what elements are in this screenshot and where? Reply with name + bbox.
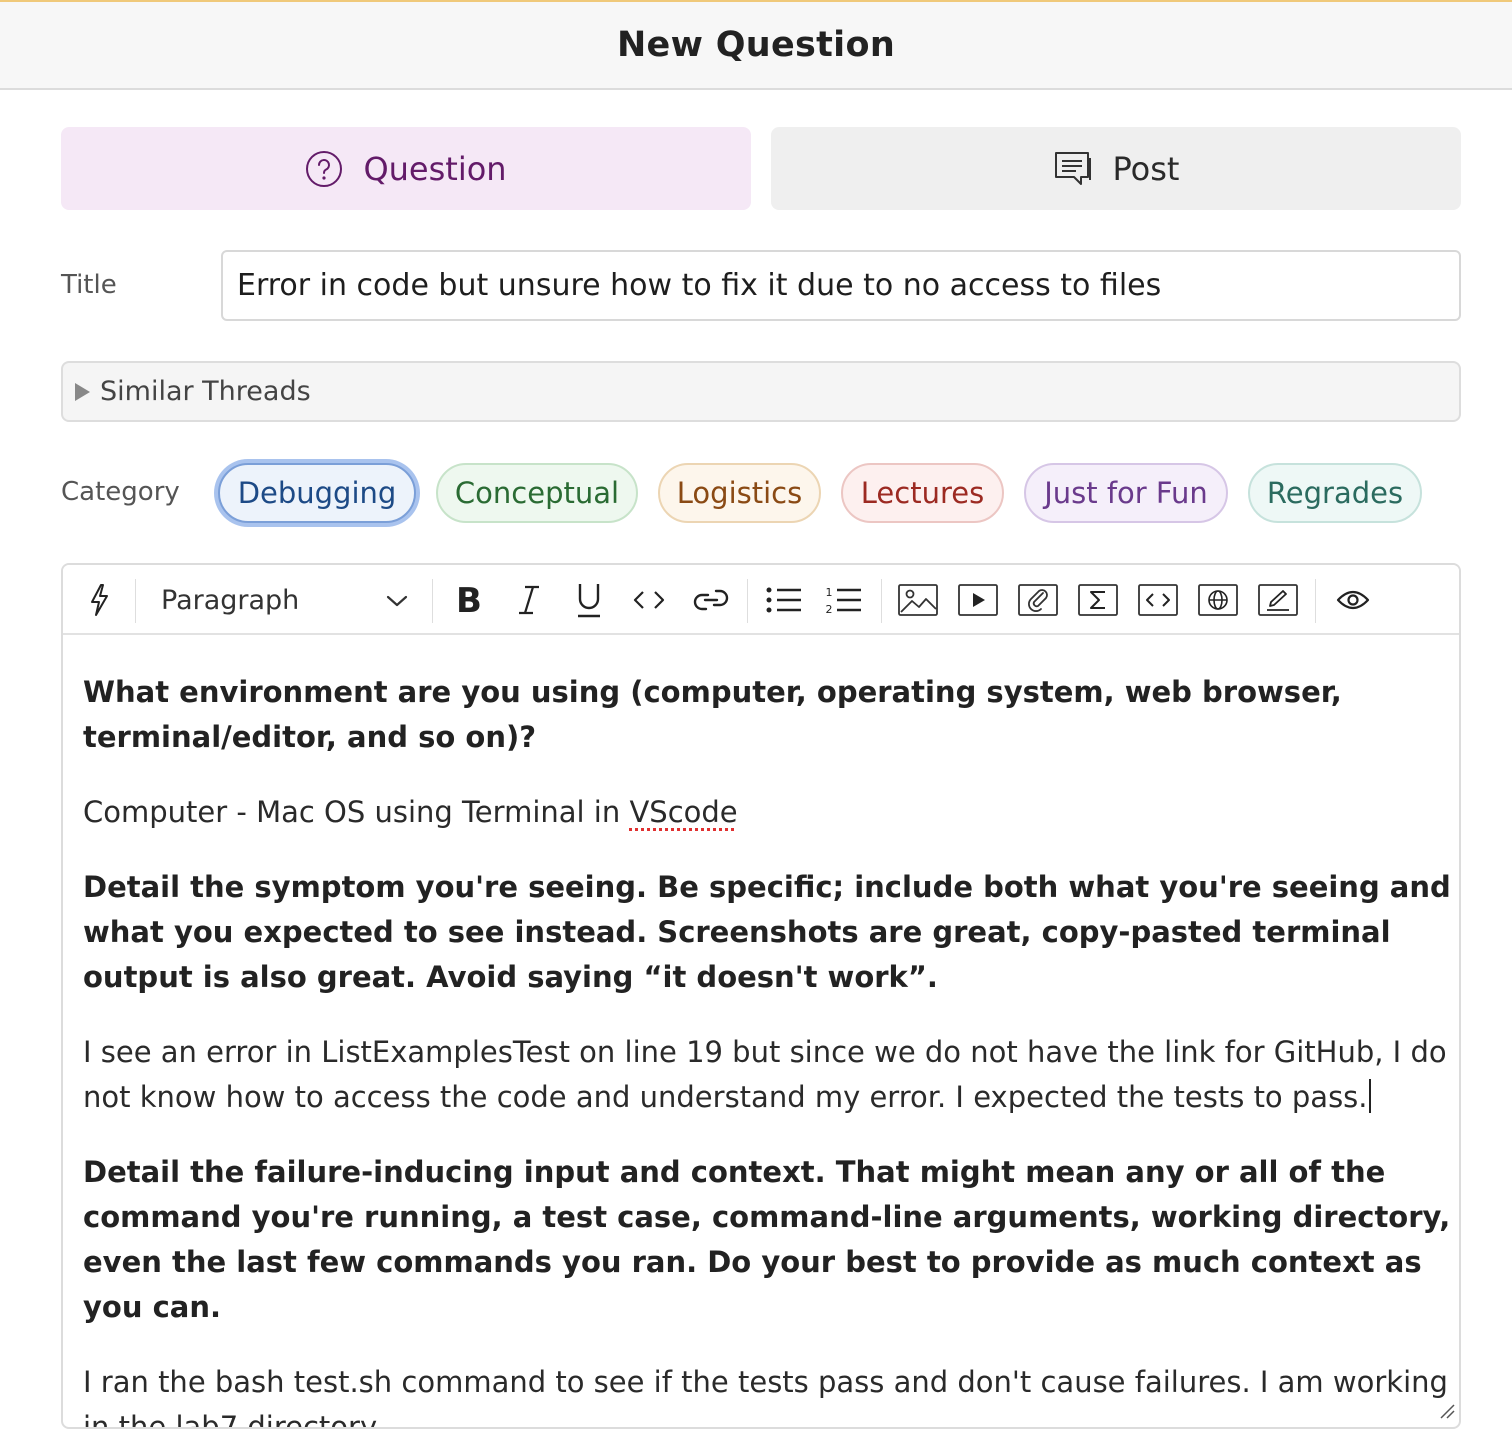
paragraph-format-select[interactable]: Paragraph [161,579,409,621]
drawing-icon[interactable] [1257,579,1299,621]
bold-icon[interactable]: B [449,579,489,621]
category-chip-lectures[interactable]: Lectures [841,463,1004,523]
italic-icon[interactable] [509,579,549,621]
category-chip-logistics[interactable]: Logistics [658,463,821,523]
context-answer: I ran the bash test.sh command to see if… [83,1365,1448,1429]
category-chip-regrades[interactable]: Regrades [1248,463,1422,523]
svg-text:2: 2 [826,603,833,615]
svg-text:1: 1 [826,586,833,599]
category-label: Category [61,477,180,507]
chevron-down-icon [385,585,409,616]
inline-code-icon[interactable] [629,579,669,621]
title-label: Title [61,270,117,300]
math-icon[interactable] [1077,579,1119,621]
environment-answer-text: Computer - Mac OS using Terminal in [83,795,630,829]
symptom-answer-text: I see an error in ListExamplesTest on li… [83,1035,1447,1114]
symptom-prompt: Detail the symptom you're seeing. Be spe… [83,870,1451,994]
question-type-button[interactable]: Question [61,127,751,210]
editor-content[interactable]: What environment are you using (computer… [83,670,1453,1429]
bullet-list-icon[interactable] [763,579,805,621]
toolbar-separator [432,579,433,623]
preview-eye-icon[interactable] [1331,579,1375,621]
underline-icon[interactable] [569,579,609,621]
symptom-answer: I see an error in ListExamplesTest on li… [83,1030,1453,1120]
title-input[interactable] [221,250,1461,321]
text-cursor [1368,1079,1371,1113]
lightning-icon[interactable] [81,579,117,621]
toolbar-separator [1315,579,1316,623]
category-chip-just-for-fun[interactable]: Just for Fun [1024,463,1228,523]
environment-prompt: What environment are you using (computer… [83,675,1342,754]
header-bar: New Question [0,2,1512,90]
page-title: New Question [616,25,896,65]
link-icon[interactable] [689,579,733,621]
svg-text:B: B [456,583,482,617]
rich-text-editor: Paragraph B 12 What environment are you … [61,563,1461,1429]
toolbar-separator [135,579,136,623]
resize-handle-icon[interactable] [1439,1403,1455,1423]
post-type-button[interactable]: Post [771,127,1461,210]
category-chip-debugging[interactable]: Debugging [218,463,416,523]
code-block-icon[interactable] [1137,579,1179,621]
question-circle-icon [305,150,343,188]
paragraph-format-value: Paragraph [161,584,300,616]
web-embed-icon[interactable] [1197,579,1239,621]
video-icon[interactable] [957,579,999,621]
numbered-list-icon[interactable]: 12 [823,579,865,621]
image-icon[interactable] [897,579,939,621]
misspelled-word: VScode [629,795,738,829]
post-type-label: Post [1112,149,1180,188]
similar-threads-label: Similar Threads [100,376,311,407]
toolbar-separator [747,579,748,623]
context-prompt: Detail the failure-inducing input and co… [83,1155,1451,1324]
expand-triangle-icon [75,382,90,401]
question-type-label: Question [363,149,507,188]
editor-toolbar: Paragraph B 12 [63,565,1459,635]
environment-answer: Computer - Mac OS using Terminal in VSco… [83,790,1453,835]
category-chip-conceptual[interactable]: Conceptual [436,463,638,523]
attachment-icon[interactable] [1017,579,1059,621]
speech-bubble-icon [1053,150,1093,188]
similar-threads-toggle[interactable]: Similar Threads [61,361,1461,422]
toolbar-separator [881,579,882,623]
